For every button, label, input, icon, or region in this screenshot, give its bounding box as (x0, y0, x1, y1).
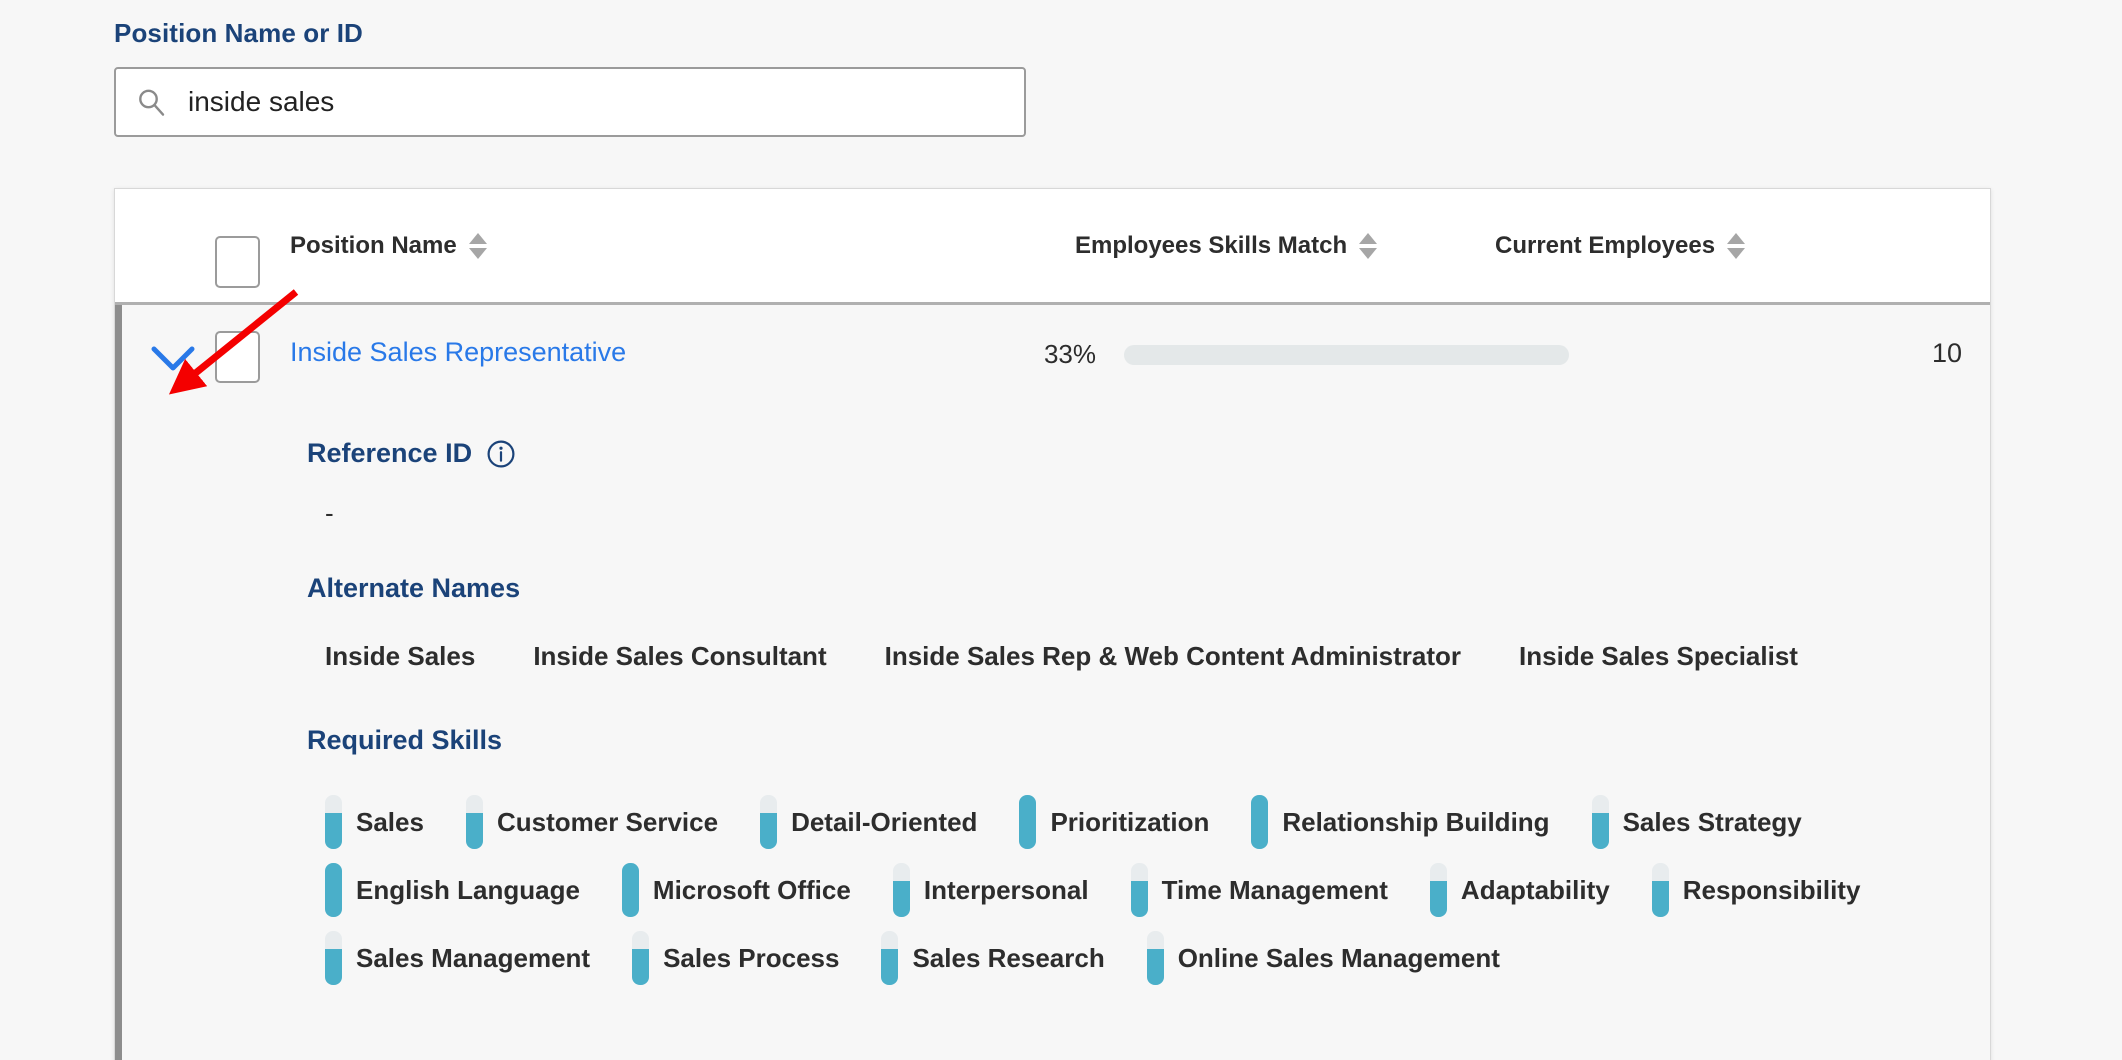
search-box[interactable] (114, 67, 1026, 137)
skill-item: Customer Service (465, 795, 719, 849)
skill-item: Microsoft Office (621, 863, 851, 917)
skill-level-meter (621, 863, 639, 917)
sort-arrows-icon[interactable] (1727, 232, 1746, 259)
skill-item: Time Management (1130, 863, 1388, 917)
skill-label: Responsibility (1682, 874, 1861, 905)
skill-item: Adaptability (1429, 863, 1610, 917)
search-label: Position Name or ID (114, 18, 363, 48)
table-row-main: Inside Sales Representative 33% 10 (122, 305, 1990, 410)
sort-arrows-icon[interactable] (468, 232, 487, 259)
skill-row: English Language Microsoft Office Interper… (307, 856, 1990, 924)
skills-match-cell: 33% (1034, 339, 1569, 370)
skill-item: Sales Management (325, 931, 590, 985)
skill-label: Sales Research (912, 942, 1105, 973)
column-header-employees-skills-match[interactable]: Employees Skills Match (1075, 189, 1378, 302)
skill-label: Online Sales Management (1177, 942, 1500, 973)
skill-item: Sales Process (632, 931, 839, 985)
reference-id-section: Reference ID - (307, 438, 1990, 529)
skill-level-meter (465, 795, 483, 849)
skill-level-meter (1130, 863, 1148, 917)
skill-level-meter (881, 931, 899, 985)
skill-level-meter (325, 863, 342, 917)
skill-item: Sales Strategy (1591, 795, 1802, 849)
skill-item: Online Sales Management (1146, 931, 1500, 985)
column-header-current-employees[interactable]: Current Employees (1495, 189, 1746, 302)
skill-level-meter (892, 863, 910, 917)
row-detail-panel: Reference ID - Alternate Names Inside Sa… (122, 438, 1990, 992)
skill-level-meter (325, 931, 342, 985)
skill-label: Sales Management (356, 942, 591, 973)
alternate-names-title: Alternate Names (307, 573, 521, 603)
skill-level-meter (1651, 863, 1669, 917)
skill-row: Sales Management Sales Process Sales Resea… (307, 924, 1990, 992)
skill-label: Relationship Building (1282, 806, 1550, 837)
skill-level-meter (1251, 795, 1269, 849)
skill-level-meter (325, 795, 342, 849)
skill-label: Sales Strategy (1622, 806, 1802, 837)
search-block: Position Name or ID (114, 18, 1034, 137)
skill-label: Customer Service (496, 806, 719, 837)
skill-level-meter (1146, 931, 1164, 985)
skill-label: Sales (356, 806, 424, 837)
skill-item: Detail-Oriented (760, 795, 977, 849)
column-header-label: Current Employees (1495, 231, 1716, 259)
skill-item: Interpersonal (892, 863, 1089, 917)
section-title-label: Reference ID (307, 438, 473, 468)
required-skills-title: Required Skills (307, 725, 503, 755)
table-row: Inside Sales Representative 33% 10 Refer (115, 305, 1990, 1060)
table-header: Position Name Employees Skills Match Cur… (115, 189, 1990, 305)
row-select-checkbox[interactable] (215, 331, 260, 383)
skill-level-meter (632, 931, 650, 985)
skill-label: Adaptability (1460, 874, 1610, 905)
column-header-label: Employees Skills Match (1075, 231, 1348, 259)
position-name-link[interactable]: Inside Sales Representative (290, 337, 626, 368)
skill-label: Time Management (1161, 874, 1388, 905)
alternate-names-section: Alternate Names Inside Sales Inside Sales… (307, 573, 1990, 672)
search-input[interactable] (188, 86, 1004, 118)
skill-label: Microsoft Office (652, 874, 851, 905)
alternate-name: Inside Sales Rep & Web Content Administr… (884, 641, 1462, 671)
skill-level-meter (1429, 863, 1447, 917)
skill-label: Interpersonal (923, 874, 1089, 905)
skill-item: Responsibility (1651, 863, 1861, 917)
skill-level-meter (760, 795, 778, 849)
skill-row: Sales Customer Service Detail-Oriented Prio… (307, 788, 1990, 856)
current-employees-value: 10 (1931, 338, 1962, 368)
skill-label: Detail-Oriented (791, 806, 978, 837)
alternate-names-list: Inside Sales Inside Sales Consultant Insid… (307, 641, 1990, 672)
reference-id-value: - (325, 498, 334, 528)
alternate-name: Inside Sales (325, 641, 476, 671)
skill-label: Prioritization (1050, 806, 1210, 837)
page-root: Position Name or ID Position Name Employ… (0, 0, 2122, 1060)
alternate-name: Inside Sales Specialist (1519, 641, 1798, 671)
select-all-checkbox[interactable] (215, 236, 260, 288)
skill-level-meter (1591, 795, 1609, 849)
column-header-label: Position Name (290, 231, 457, 259)
skill-item: English Language (325, 863, 580, 917)
skill-label: English Language (356, 874, 580, 905)
skill-item: Prioritization (1019, 795, 1209, 849)
skill-item: Sales Research (881, 931, 1105, 985)
info-icon[interactable] (486, 439, 516, 469)
skill-item: Relationship Building (1251, 795, 1550, 849)
skill-label: Sales Process (663, 942, 840, 973)
required-skills-list: Sales Customer Service Detail-Oriented Prio… (307, 788, 1990, 992)
skills-match-progress-bar (1124, 344, 1569, 365)
column-header-position-name[interactable]: Position Name (290, 189, 487, 302)
sort-arrows-icon[interactable] (1359, 232, 1378, 259)
results-card: Position Name Employees Skills Match Cur… (114, 188, 1991, 1060)
required-skills-section: Required Skills Sales Customer Service Det… (307, 725, 1990, 992)
reference-id-title: Reference ID (307, 438, 1990, 469)
search-icon (136, 87, 166, 117)
skill-item: Sales (325, 795, 424, 849)
alternate-name: Inside Sales Consultant (533, 641, 827, 671)
chevron-down-icon[interactable] (149, 341, 197, 375)
skills-match-percent: 33% (1043, 339, 1096, 369)
skill-level-meter (1019, 795, 1037, 849)
